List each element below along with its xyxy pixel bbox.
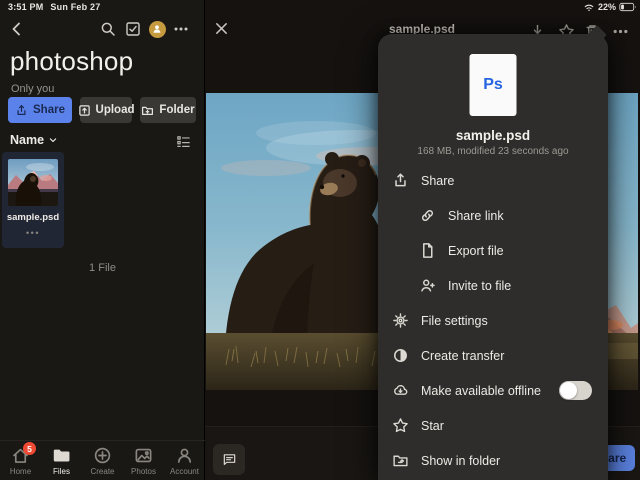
menu-item-label: Make available offline: [421, 384, 541, 398]
person-add-icon: [419, 277, 436, 294]
back-button[interactable]: [6, 18, 28, 40]
tab-account-label: Account: [170, 467, 199, 476]
file-menu-popover: Ps sample.psd 168 MB, modified 23 second…: [378, 34, 608, 480]
tab-photos-label: Photos: [131, 467, 156, 476]
menu-item-label: Invite to file: [448, 279, 511, 293]
menu-item-label: Share link: [448, 209, 504, 223]
date-text: Sun Feb 27: [50, 2, 100, 12]
menu-item-create-transfer[interactable]: Create transfer: [378, 338, 608, 373]
ellipsis-icon: [173, 21, 189, 37]
close-button[interactable]: [214, 21, 232, 39]
menu-item-label: Show in folder: [421, 454, 500, 468]
menu-item-label: Create transfer: [421, 349, 504, 363]
library-pane: 3:51 PM Sun Feb 27: [0, 0, 205, 480]
menu-item-share[interactable]: Share: [378, 163, 608, 198]
folder-label: Folder: [159, 104, 194, 116]
menu-item-label: Star: [421, 419, 444, 433]
offline-toggle[interactable]: [559, 381, 592, 400]
transfer-icon: [392, 347, 409, 364]
menu-file-name: sample.psd: [378, 128, 608, 143]
toggle-knob: [560, 382, 577, 399]
more-button-preview[interactable]: [612, 23, 629, 40]
file-count-label: 1 File: [0, 262, 205, 274]
menu-item-label: Export file: [448, 244, 504, 258]
checkbox-icon: [125, 21, 141, 37]
menu-items: Share Share link Export file Invite to f…: [378, 163, 608, 478]
tab-home-label: Home: [10, 467, 31, 476]
file-thumbnail[interactable]: [8, 159, 58, 206]
ps-file-badge: Ps: [470, 54, 517, 116]
view-toggle-button[interactable]: [176, 134, 191, 149]
offline-cloud-icon: [392, 382, 409, 399]
more-button-sidebar[interactable]: [170, 18, 192, 40]
link-icon: [419, 207, 436, 224]
app-screen: 3:51 PM Sun Feb 27: [0, 0, 640, 480]
share-icon: [15, 104, 28, 117]
menu-file-meta: 168 MB, modified 23 seconds ago: [378, 146, 608, 157]
share-folder-label: Share: [33, 104, 65, 116]
menu-item-label: Share: [421, 174, 454, 188]
tab-home[interactable]: Home 5: [0, 441, 41, 480]
search-icon: [100, 21, 116, 37]
document-icon: [419, 242, 436, 259]
menu-item-invite-to-file[interactable]: Invite to file: [378, 268, 608, 303]
list-view-icon: [176, 134, 191, 149]
photos-icon: [134, 446, 153, 465]
menu-item-show-in-folder[interactable]: Show in folder: [378, 443, 608, 478]
chevron-left-icon: [9, 21, 25, 37]
menu-item-make-available-offline[interactable]: Make available offline: [378, 373, 608, 408]
notification-badge: 5: [23, 442, 36, 455]
folder-access-label: Only you: [11, 83, 54, 95]
person-icon: [175, 446, 194, 465]
tab-create-label: Create: [90, 467, 114, 476]
tab-files[interactable]: Files: [41, 441, 82, 480]
folder-icon: [52, 446, 71, 465]
upload-icon: [78, 104, 91, 117]
tab-files-label: Files: [53, 467, 70, 476]
comment-button[interactable]: [213, 444, 245, 475]
gear-icon: [392, 312, 409, 329]
folder-add-icon: [141, 104, 154, 117]
ps-label: Ps: [483, 76, 503, 94]
sort-label: Name: [10, 133, 44, 147]
file-card[interactable]: sample.psd •••: [2, 152, 64, 248]
tab-photos[interactable]: Photos: [123, 441, 164, 480]
upload-button[interactable]: Upload: [80, 97, 132, 123]
plus-circle-icon: [93, 446, 112, 465]
star-icon: [392, 417, 409, 434]
menu-item-file-settings[interactable]: File settings: [378, 303, 608, 338]
upload-label: Upload: [96, 104, 135, 116]
tab-create[interactable]: Create: [82, 441, 123, 480]
account-status-button[interactable]: [146, 18, 168, 40]
chevron-down-icon: [47, 134, 59, 146]
menu-item-export-file[interactable]: Export file: [378, 233, 608, 268]
menu-item-label: File settings: [421, 314, 488, 328]
file-name: sample.psd: [2, 212, 64, 223]
status-time: 3:51 PM Sun Feb 27: [8, 2, 100, 12]
show-in-folder-icon: [392, 452, 409, 469]
comment-icon: [222, 452, 237, 467]
file-more-button[interactable]: •••: [2, 228, 64, 238]
search-button[interactable]: [97, 18, 119, 40]
tab-account[interactable]: Account: [164, 441, 205, 480]
folder-title: photoshop: [10, 46, 133, 77]
clock-text: 3:51 PM: [8, 2, 43, 12]
menu-item-star[interactable]: Star: [378, 408, 608, 443]
new-folder-button[interactable]: Folder: [140, 97, 196, 123]
avatar-gold-icon: [149, 21, 166, 38]
share-icon: [392, 172, 409, 189]
select-button[interactable]: [122, 18, 144, 40]
menu-item-share-link[interactable]: Share link: [378, 198, 608, 233]
sort-by-name[interactable]: Name: [10, 133, 59, 147]
tab-bar: Home 5 Files Create Photos: [0, 440, 205, 480]
share-folder-button[interactable]: Share: [8, 97, 72, 123]
